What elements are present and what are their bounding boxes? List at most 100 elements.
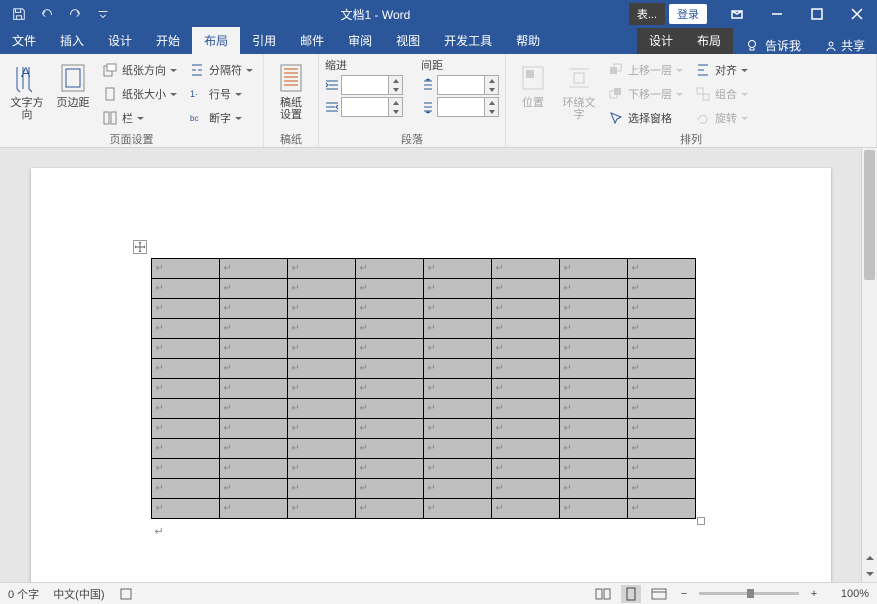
table-cell[interactable]: ↵ [219,479,287,499]
table-cell[interactable]: ↵ [355,439,423,459]
wrap-button[interactable]: 环绕文字 [558,57,600,131]
table-cell[interactable]: ↵ [423,379,491,399]
table-cell[interactable]: ↵ [491,319,559,339]
table-cell[interactable]: ↵ [559,279,627,299]
draft-settings-button[interactable]: 稿纸设置 [270,57,312,131]
table-cell[interactable]: ↵ [559,259,627,279]
table-cell[interactable]: ↵ [423,359,491,379]
table-cell[interactable]: ↵ [151,299,219,319]
space-before-input[interactable] [437,75,499,95]
read-mode-button[interactable] [593,585,613,603]
table-cell[interactable]: ↵ [355,499,423,519]
page[interactable]: ↵↵↵↵↵↵↵↵↵↵↵↵↵↵↵↵↵↵↵↵↵↵↵↵↵↵↵↵↵↵↵↵↵↵↵↵↵↵↵↵… [31,168,831,582]
table-cell[interactable]: ↵ [491,419,559,439]
tab-mail[interactable]: 邮件 [288,27,336,54]
send-backward-button[interactable]: 下移一层 [604,83,687,105]
table-cell[interactable]: ↵ [491,279,559,299]
table-cell[interactable]: ↵ [219,359,287,379]
table-cell[interactable]: ↵ [423,279,491,299]
table-cell[interactable]: ↵ [627,359,695,379]
columns-button[interactable]: 栏 [98,107,181,129]
table-cell[interactable]: ↵ [219,439,287,459]
table-cell[interactable]: ↵ [287,339,355,359]
table-cell[interactable]: ↵ [151,279,219,299]
scrollbar-thumb[interactable] [864,150,875,280]
table-cell[interactable]: ↵ [559,479,627,499]
language-status[interactable]: 中文(中国) [53,586,104,602]
table-cell[interactable]: ↵ [287,459,355,479]
tab-home[interactable]: 开始 [144,27,192,54]
tab-devtools[interactable]: 开发工具 [432,27,504,54]
qat-customize[interactable] [90,2,116,26]
table-cell[interactable]: ↵ [559,359,627,379]
table-cell[interactable]: ↵ [287,259,355,279]
table-cell[interactable]: ↵ [287,299,355,319]
zoom-in-button[interactable]: + [807,588,821,600]
save-button[interactable] [6,2,32,26]
table-cell[interactable]: ↵ [151,359,219,379]
scroll-down-arrow[interactable] [862,566,877,582]
maximize-button[interactable] [797,0,837,28]
table-cell[interactable]: ↵ [423,419,491,439]
vertical-scrollbar[interactable] [861,148,877,582]
tab-file[interactable]: 文件 [0,27,48,54]
align-button[interactable]: 对齐 [691,59,752,81]
table-cell[interactable]: ↵ [219,419,287,439]
table-cell[interactable]: ↵ [151,399,219,419]
table-cell[interactable]: ↵ [219,399,287,419]
table-cell[interactable]: ↵ [491,439,559,459]
table-cell[interactable]: ↵ [423,299,491,319]
table-cell[interactable]: ↵ [355,279,423,299]
table-cell[interactable]: ↵ [219,459,287,479]
table-cell[interactable]: ↵ [219,379,287,399]
print-layout-button[interactable] [621,585,641,603]
table-resize-handle[interactable] [697,517,705,525]
table-cell[interactable]: ↵ [491,479,559,499]
table-cell[interactable]: ↵ [491,299,559,319]
tab-help[interactable]: 帮助 [504,27,552,54]
tab-view[interactable]: 视图 [384,27,432,54]
table-cell[interactable]: ↵ [219,279,287,299]
selection-pane-button[interactable]: 选择窗格 [604,107,687,129]
table-cell[interactable]: ↵ [423,319,491,339]
table-cell[interactable]: ↵ [287,279,355,299]
tab-references[interactable]: 引用 [240,27,288,54]
zoom-thumb[interactable] [747,589,754,598]
table-cell[interactable]: ↵ [559,299,627,319]
table-cell[interactable]: ↵ [287,499,355,519]
table-cell[interactable]: ↵ [423,339,491,359]
table-cell[interactable]: ↵ [287,359,355,379]
bring-forward-button[interactable]: 上移一层 [604,59,687,81]
text-direction-button[interactable]: A 文字方向 [6,57,48,131]
table-cell[interactable]: ↵ [559,399,627,419]
table-cell[interactable]: ↵ [355,319,423,339]
table-cell[interactable]: ↵ [559,319,627,339]
line-numbers-button[interactable]: 1·行号 [185,83,257,105]
table-cell[interactable]: ↵ [423,479,491,499]
redo-button[interactable] [62,2,88,26]
table-cell[interactable]: ↵ [423,459,491,479]
table-cell[interactable]: ↵ [355,479,423,499]
scroll-up-arrow[interactable] [862,550,877,566]
table-cell[interactable]: ↵ [627,339,695,359]
document-table[interactable]: ↵↵↵↵↵↵↵↵↵↵↵↵↵↵↵↵↵↵↵↵↵↵↵↵↵↵↵↵↵↵↵↵↵↵↵↵↵↵↵↵… [151,258,696,519]
indent-right-input[interactable] [341,97,403,117]
tab-review[interactable]: 审阅 [336,27,384,54]
table-cell[interactable]: ↵ [627,279,695,299]
table-cell[interactable]: ↵ [559,439,627,459]
group-button[interactable]: 组合 [691,83,752,105]
table-cell[interactable]: ↵ [355,379,423,399]
zoom-level[interactable]: 100% [829,588,869,600]
table-cell[interactable]: ↵ [355,299,423,319]
table-move-handle[interactable] [133,240,147,254]
table-cell[interactable]: ↵ [287,379,355,399]
table-cell[interactable]: ↵ [287,419,355,439]
minimize-button[interactable] [757,0,797,28]
orientation-button[interactable]: 纸张方向 [98,59,181,81]
table-cell[interactable]: ↵ [151,319,219,339]
table-cell[interactable]: ↵ [355,339,423,359]
table-cell[interactable]: ↵ [219,319,287,339]
table-cell[interactable]: ↵ [627,499,695,519]
table-cell[interactable]: ↵ [627,419,695,439]
close-button[interactable] [837,0,877,28]
